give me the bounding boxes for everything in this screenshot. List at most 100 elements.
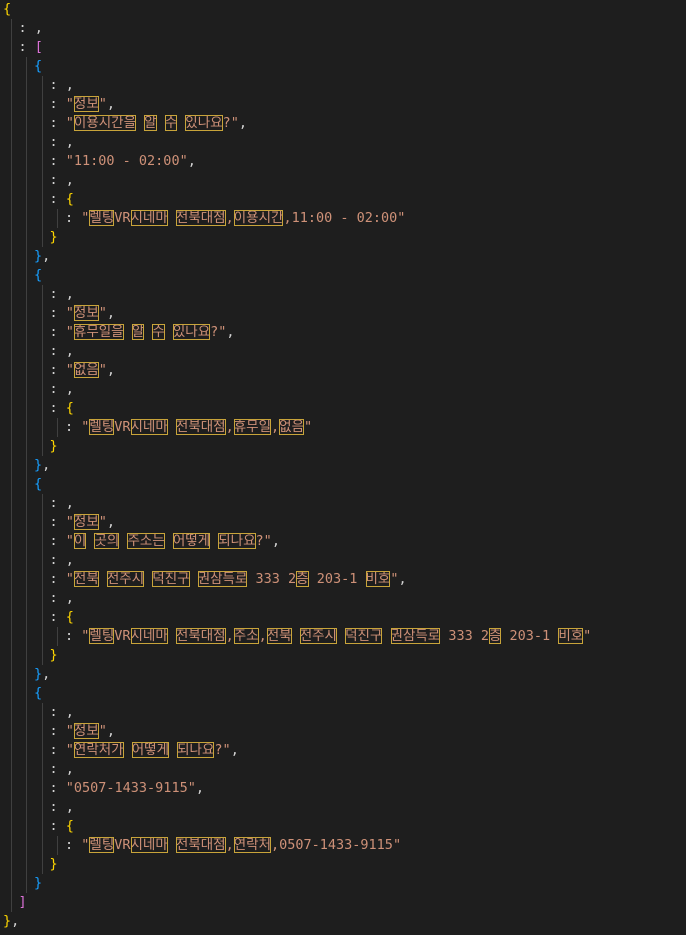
line-fact-close[interactable]: } <box>50 646 58 665</box>
line-question-wordnum[interactable]: : , <box>50 342 74 361</box>
line-triple[interactable]: : "렐팅VR시네마 전북대점,휴무일,없음" <box>65 418 312 437</box>
line-answer[interactable]: : "11:00 - 02:00", <box>50 152 196 171</box>
line-question-array-close[interactable]: ] <box>19 893 27 912</box>
line-question-text[interactable]: : "연락처가 어떻게 되나요?", <box>50 741 239 760</box>
line-question-open[interactable]: { <box>34 684 42 703</box>
question-value[interactable]: "휴무일을 알 수 있나요?" <box>66 324 226 340</box>
line-question-text[interactable]: : "이 곳의 주소는 어떻게 되나요?", <box>50 532 280 551</box>
line-question-id[interactable]: : , <box>50 703 74 722</box>
indent-guide-level4 <box>57 627 58 646</box>
word-highlight: 주소는 <box>127 533 165 549</box>
word-highlight: 권삼득로 <box>197 571 248 587</box>
line-question-text[interactable]: : "이용시간을 알 수 있나요?", <box>50 114 247 133</box>
answer-value[interactable]: "전북 전주시 덕진구 권삼득로 333 2층 203-1 비호" <box>66 571 398 587</box>
line-question-close[interactable]: } <box>34 874 42 893</box>
line-fact-open[interactable]: : { <box>50 190 74 209</box>
line-answer[interactable]: : "없음", <box>50 361 115 380</box>
word-highlight: 이용시간을 <box>73 115 137 131</box>
close-bracket-questions: ] <box>18 894 27 910</box>
line-question-close[interactable]: }, <box>34 456 50 475</box>
line-answer-wordnum[interactable]: : , <box>50 798 74 817</box>
line-triple[interactable]: : "렐팅VR시네마 전북대점,이용시간,11:00 - 02:00" <box>65 209 405 228</box>
line-question-id[interactable]: : , <box>50 494 74 513</box>
question-value[interactable]: "이용시간을 알 수 있나요?" <box>66 115 239 131</box>
answer-value[interactable]: "0507-1433-9115" <box>66 780 196 796</box>
line-answer[interactable]: : "전북 전주시 덕진구 권삼득로 333 2층 203-1 비호", <box>50 570 407 589</box>
line-question-id[interactable]: : , <box>50 285 74 304</box>
indent-guide-level3 <box>41 703 43 874</box>
comma: , <box>65 495 74 511</box>
colon: : <box>49 552 66 568</box>
comma: , <box>106 305 116 321</box>
question-type-value[interactable]: "정보" <box>66 96 107 112</box>
word-highlight: 층 <box>296 571 309 587</box>
question-value[interactable]: "연락처가 어떻게 되나요?" <box>66 742 231 758</box>
question-type-value[interactable]: "정보" <box>66 723 107 739</box>
question-value[interactable]: "이 곳의 주소는 어떻게 되나요?" <box>66 533 272 549</box>
line-question-open[interactable]: { <box>34 57 42 76</box>
word-highlight: 렐팅 <box>89 210 115 226</box>
word-highlight: 휴무일을 <box>73 324 124 340</box>
line-root-open[interactable]: { <box>3 0 11 19</box>
word-highlight: 전주시 <box>299 628 337 644</box>
answer-value[interactable]: "없음" <box>66 362 107 378</box>
colon: : <box>49 761 66 777</box>
comma: , <box>42 457 51 473</box>
open-brace-fact: { <box>65 191 74 207</box>
colon: : <box>49 400 66 416</box>
word-highlight: 수 <box>152 324 165 340</box>
line-question-text[interactable]: : "휴무일을 알 수 있나요?", <box>50 323 235 342</box>
line-fact-open[interactable]: : { <box>50 399 74 418</box>
line-question-open[interactable]: { <box>34 266 42 285</box>
comma: , <box>65 172 74 188</box>
line-root-close[interactable]: }, <box>3 912 19 931</box>
line-triple[interactable]: : "렐팅VR시네마 전북대점,연락처,0507-1433-9115" <box>65 836 401 855</box>
comma: , <box>398 571 407 587</box>
code-editor[interactable]: {: ,: [{: ,: "정보",: "이용시간을 알 수 있나요?",: ,… <box>0 0 686 935</box>
line-answer-wordnum[interactable]: : , <box>50 171 74 190</box>
line-question-close[interactable]: }, <box>34 665 50 684</box>
triple-value[interactable]: "렐팅VR시네마 전북대점,연락처,0507-1433-9115" <box>81 837 401 853</box>
line-question-close[interactable]: }, <box>34 247 50 266</box>
triple-value[interactable]: "렐팅VR시네마 전북대점,주소,전북 전주시 덕진구 권삼득로 333 2층 … <box>81 628 591 644</box>
line-question-open[interactable]: { <box>34 475 42 494</box>
word-highlight: 렐팅 <box>89 419 115 435</box>
comma: , <box>65 343 74 359</box>
word-highlight: 정보 <box>73 514 99 530</box>
line-question-wordnum[interactable]: : , <box>50 551 74 570</box>
line-fact-close[interactable]: } <box>50 228 58 247</box>
line-fact-open[interactable]: : { <box>50 817 74 836</box>
line-image-id[interactable]: : , <box>19 19 43 38</box>
line-question-type[interactable]: : "정보", <box>50 95 115 114</box>
word-highlight: 비호 <box>365 571 391 587</box>
line-question-id[interactable]: : , <box>50 76 74 95</box>
line-triple[interactable]: : "렐팅VR시네마 전북대점,주소,전북 전주시 덕진구 권삼득로 333 2… <box>65 627 591 646</box>
comma: , <box>271 533 280 549</box>
line-question-wordnum[interactable]: : , <box>50 133 74 152</box>
colon: : <box>49 305 66 321</box>
triple-value[interactable]: "렐팅VR시네마 전북대점,휴무일,없음" <box>81 419 312 435</box>
indent-guide-level4 <box>57 209 58 228</box>
line-question-wordnum[interactable]: : , <box>50 760 74 779</box>
line-answer[interactable]: : "0507-1433-9115", <box>50 779 204 798</box>
line-answer-wordnum[interactable]: : , <box>50 589 74 608</box>
question-type-value[interactable]: "정보" <box>66 514 107 530</box>
comma: , <box>65 552 74 568</box>
word-highlight: 수 <box>164 115 178 131</box>
line-fact-close[interactable]: } <box>50 855 58 874</box>
question-value-text: 이용시간을 알 수 있나요? <box>73 115 231 131</box>
line-fact-open[interactable]: : { <box>50 608 74 627</box>
word-highlight: 곳의 <box>94 533 120 549</box>
question-type-value[interactable]: "정보" <box>66 305 107 321</box>
line-answer-wordnum[interactable]: : , <box>50 380 74 399</box>
answer-value[interactable]: "11:00 - 02:00" <box>66 153 188 169</box>
line-question-type[interactable]: : "정보", <box>50 513 115 532</box>
word-highlight: 비호 <box>558 628 584 644</box>
line-question-array[interactable]: : [ <box>19 38 43 57</box>
line-question-type[interactable]: : "정보", <box>50 722 115 741</box>
line-question-type[interactable]: : "정보", <box>49 304 116 323</box>
word-highlight: 어떻게 <box>172 533 211 549</box>
word-highlight: 시네마 <box>130 419 168 435</box>
triple-value[interactable]: "렐팅VR시네마 전북대점,이용시간,11:00 - 02:00" <box>81 210 405 226</box>
line-fact-close[interactable]: } <box>50 437 58 456</box>
